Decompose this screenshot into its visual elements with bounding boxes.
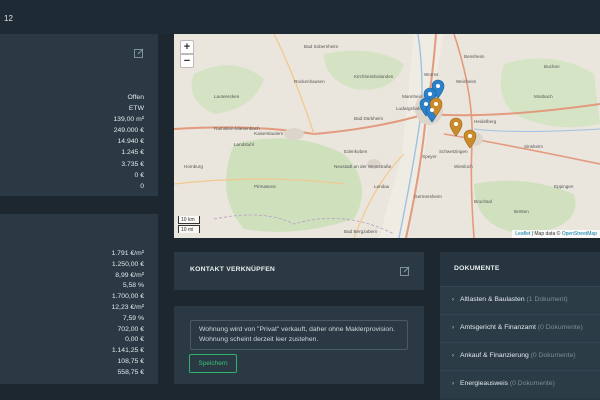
document-category-label: Energieausweis	[460, 380, 508, 387]
save-button[interactable]: Speichern	[189, 354, 237, 373]
document-count: (0 Dokumente)	[537, 324, 583, 331]
value-item: 1.700,00 €	[111, 293, 144, 301]
value-item: 12,23 €/m²	[111, 303, 145, 311]
value-item: 14.940 €	[117, 138, 144, 146]
map-marker	[449, 117, 463, 137]
documents-list: › Altlasten & Baulasten (1 Dokument) › Amts…	[440, 286, 600, 398]
documents-title: DOKUMENTE	[454, 265, 500, 272]
value-item: 108,75 €	[117, 357, 144, 365]
leaflet-link[interactable]: Leaflet	[515, 231, 530, 237]
location-map[interactable]: Bad Sobernheim Kaiserslautern Ramstein-Mie…	[174, 34, 600, 238]
zoom-out-button[interactable]: −	[180, 54, 194, 68]
document-count: (0 Dokumente)	[530, 352, 576, 359]
value-item: 702,00 €	[117, 325, 144, 333]
edit-icon[interactable]	[134, 48, 144, 58]
value-item: 7,59 %	[122, 314, 144, 322]
documents-panel: DOKUMENTE › Altlasten & Baulasten (1 Doku…	[440, 252, 600, 400]
contact-title: KONTAKT VERKNÜPFEN	[190, 266, 276, 273]
chevron-right-icon: ›	[452, 297, 454, 303]
value-item: 558,75 €	[117, 368, 144, 376]
calc-value-list: 1.791 €/m² 1.250,00 € 8,99 €/m² 5,58 % 1.700…	[112, 249, 145, 379]
document-count: (0 Dokumente)	[509, 380, 555, 387]
note-textarea[interactable]: Wohnung wird von "Privat" verkauft, dahe…	[190, 320, 408, 350]
page-title: 12	[4, 14, 13, 23]
value-item: ETW	[128, 105, 144, 113]
value-item: 1.245 €	[121, 149, 144, 157]
map-scale-mi: 10 mi	[178, 225, 200, 233]
top-bar: 12	[0, 0, 600, 34]
note-panel: Wohnung wird von "Privat" verkauft, dahe…	[174, 306, 424, 384]
details-value-list: Offen ETW 139,00 m² 249.000 € 14.940 € 1.245 …	[113, 92, 144, 192]
value-item: 1.250,00 €	[111, 260, 144, 268]
document-category-label: Ankauf & Finanzierung	[460, 352, 529, 359]
value-item: 0 €	[134, 171, 144, 179]
map-markers	[419, 79, 477, 149]
document-category-label: Altlasten & Baulasten	[460, 296, 525, 303]
value-item: 249.000 €	[113, 127, 144, 135]
value-item: 3.735 €	[121, 160, 144, 168]
document-category[interactable]: › Energieausweis (0 Dokumente)	[440, 370, 600, 398]
chevron-right-icon: ›	[452, 353, 454, 359]
chevron-right-icon: ›	[452, 381, 454, 387]
chevron-right-icon: ›	[452, 325, 454, 331]
contact-panel: KONTAKT VERKNÜPFEN	[174, 252, 424, 290]
map-attribution: Leaflet | Map data © OpenStreetMap	[512, 230, 600, 238]
value-item: 0,00 €	[125, 336, 144, 344]
document-category[interactable]: › Ankauf & Finanzierung (0 Dokumente)	[440, 342, 600, 370]
document-count: (1 Dokument)	[526, 296, 568, 303]
map-marker	[463, 129, 477, 149]
calculation-panel: 1.791 €/m² 1.250,00 € 8,99 €/m² 5,58 % 1.700…	[0, 214, 158, 384]
value-item: Offen	[127, 94, 144, 101]
osm-link[interactable]: OpenStreetMap	[562, 231, 597, 237]
value-item: 8,99 €/m²	[115, 271, 144, 279]
value-item: 139,00 m²	[113, 116, 144, 124]
document-category[interactable]: › Amtsgericht & Finanzamt (0 Dokumente)	[440, 314, 600, 342]
map-scale-km: 10 km	[178, 216, 200, 224]
zoom-in-button[interactable]: +	[180, 40, 194, 54]
value-item: 0	[140, 182, 144, 190]
property-details-panel: Offen ETW 139,00 m² 249.000 € 14.940 € 1.245 …	[0, 34, 158, 196]
edit-icon[interactable]	[400, 266, 410, 276]
document-category[interactable]: › Altlasten & Baulasten (1 Dokument)	[440, 286, 600, 314]
value-item: 1.791 €/m²	[111, 250, 145, 257]
value-item: 1.141,25 €	[111, 347, 144, 355]
document-category-label: Amtsgericht & Finanzamt	[460, 324, 536, 331]
value-item: 5,58 %	[122, 282, 144, 290]
